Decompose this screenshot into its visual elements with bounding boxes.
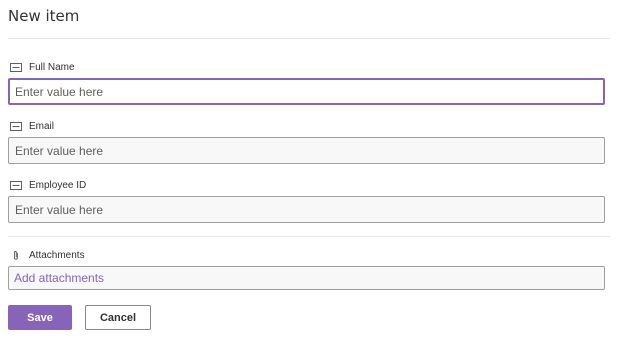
add-attachments-link[interactable]: Add attachments xyxy=(8,266,605,290)
email-label-text: Email xyxy=(29,121,55,132)
attachments-label-text: Attachments xyxy=(29,250,85,261)
employee-id-input[interactable] xyxy=(8,196,605,223)
text-field-icon xyxy=(10,63,22,72)
save-button[interactable]: Save xyxy=(8,305,72,330)
full-name-label-text: Full Name xyxy=(29,62,75,73)
full-name-input[interactable] xyxy=(8,78,605,105)
cancel-button[interactable]: Cancel xyxy=(85,305,151,330)
full-name-label: Full Name xyxy=(10,62,75,73)
attachments-divider xyxy=(8,236,610,237)
title-divider xyxy=(8,38,610,39)
employee-id-label-text: Employee ID xyxy=(29,180,87,191)
paperclip-icon xyxy=(13,250,18,260)
email-input[interactable] xyxy=(8,137,605,164)
text-field-icon xyxy=(10,122,22,131)
attachments-label: Attachments xyxy=(10,250,85,261)
text-field-icon xyxy=(10,181,22,190)
form-title: New item xyxy=(8,7,80,25)
email-label: Email xyxy=(10,121,54,132)
employee-id-label: Employee ID xyxy=(10,180,86,191)
